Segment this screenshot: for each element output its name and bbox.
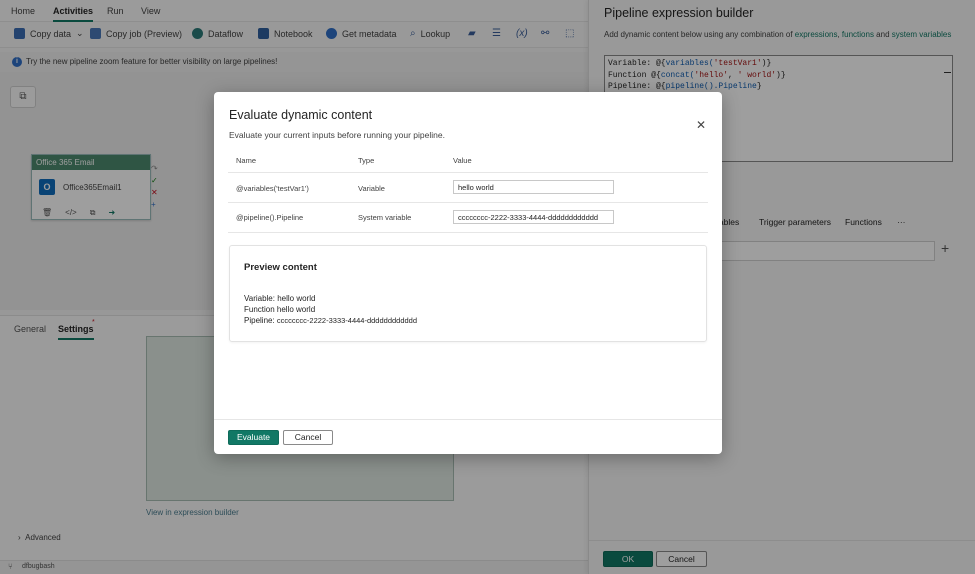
preview-pipeline-value: cccccccc-2222-3333-4444-dddddddddddd	[276, 316, 418, 325]
dialog-title: Evaluate dynamic content	[229, 108, 373, 122]
row-1-type: Variable	[358, 184, 385, 193]
table-divider	[228, 232, 708, 233]
close-icon[interactable]: ✕	[696, 118, 706, 132]
table-divider	[228, 202, 708, 203]
preview-content-card: Preview content Variable: hello world Fu…	[229, 245, 707, 342]
evaluate-button[interactable]: Evaluate	[228, 430, 279, 445]
row-1-name: @variables('testVar1')	[236, 184, 309, 193]
column-header-value: Value	[453, 156, 472, 165]
table-divider	[228, 172, 708, 173]
row-2-type: System variable	[358, 213, 412, 222]
preview-line-pipeline: Pipeline: cccccccc-2222-3333-4444-dddddd…	[244, 316, 417, 325]
row-1-value-input[interactable]: hello world	[453, 180, 614, 194]
preview-pipeline-label: Pipeline:	[244, 316, 275, 325]
dialog-subtitle: Evaluate your current inputs before runn…	[229, 130, 445, 140]
row-2-value-input[interactable]: cccccccc-2222-3333-4444-dddddddddddd	[453, 210, 614, 224]
evaluate-dynamic-content-dialog: Evaluate dynamic content Evaluate your c…	[214, 92, 722, 454]
preview-line-function: Function hello world	[244, 305, 316, 314]
dialog-cancel-button[interactable]: Cancel	[283, 430, 333, 445]
column-header-type: Type	[358, 156, 375, 165]
preview-line-variable: Variable: hello world	[244, 294, 316, 303]
preview-title: Preview content	[244, 262, 317, 273]
row-2-name: @pipeline().Pipeline	[236, 213, 304, 222]
dialog-footer: Evaluate Cancel	[214, 419, 722, 454]
column-header-name: Name	[236, 156, 257, 165]
